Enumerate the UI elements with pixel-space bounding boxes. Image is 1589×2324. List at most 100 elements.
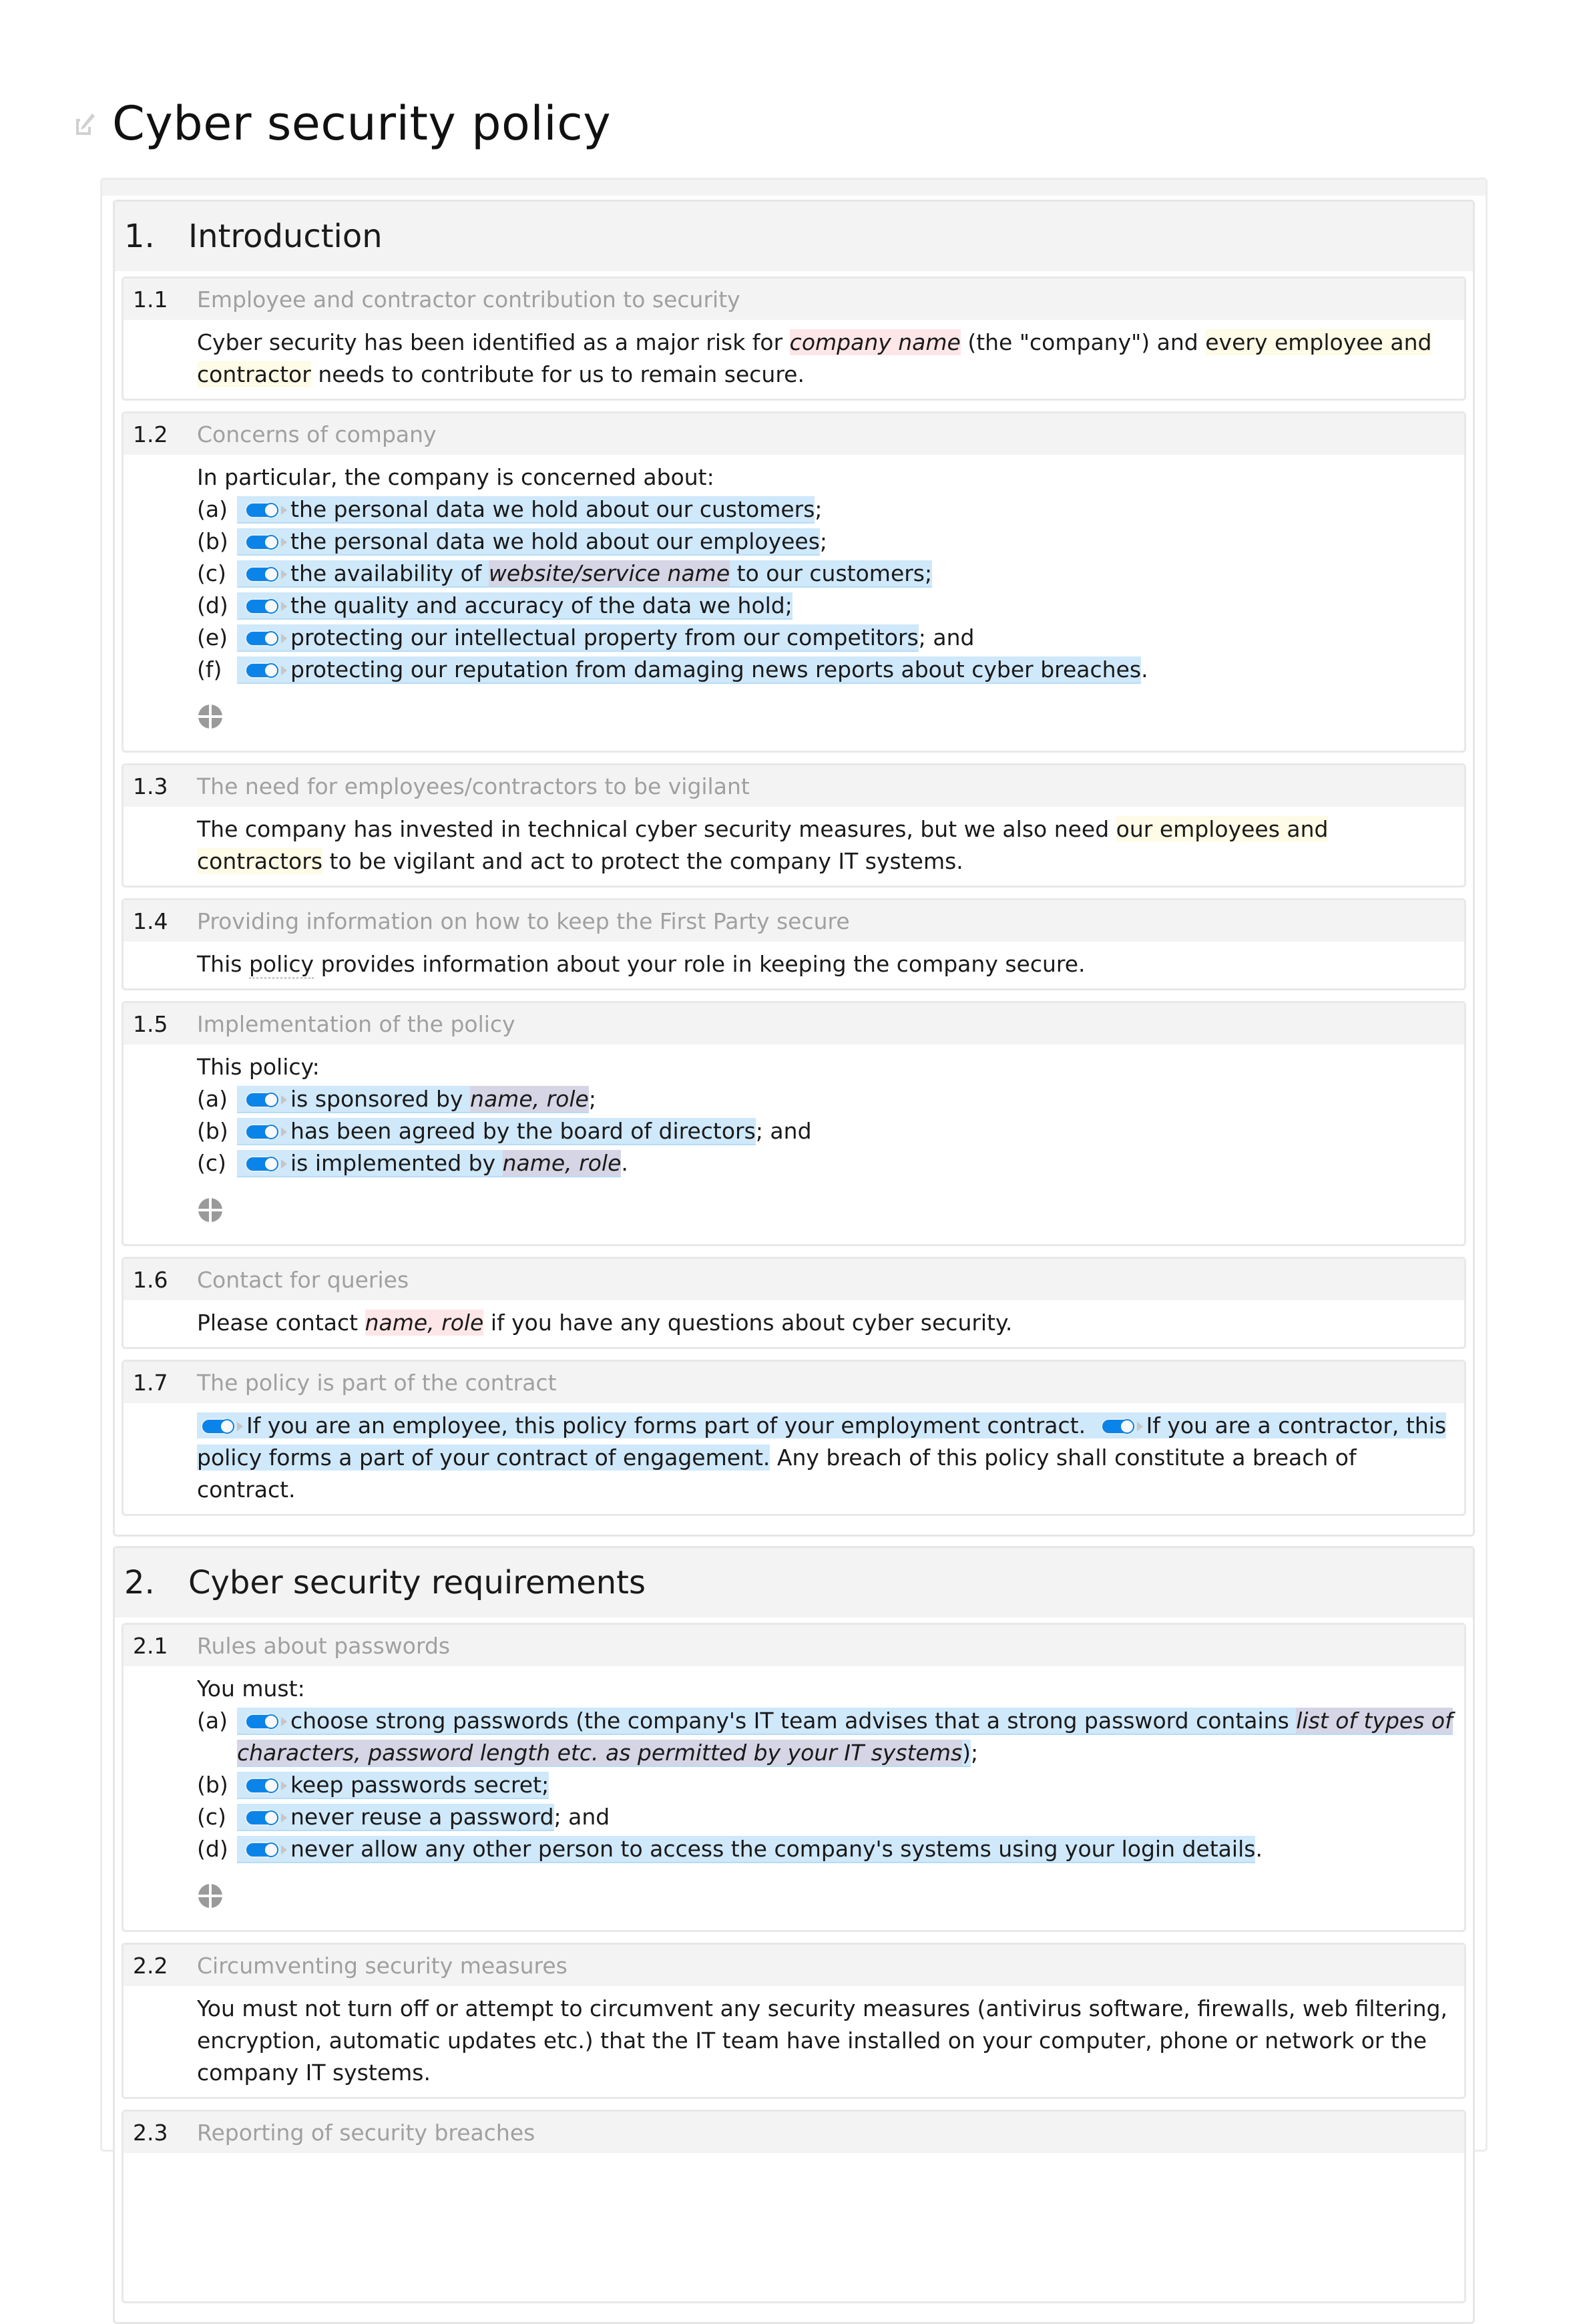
list-letter: (e) (197, 624, 228, 650)
toggle-icon[interactable] (245, 534, 288, 551)
optional-clause[interactable]: is sponsored by name, role (237, 1086, 589, 1113)
section-number: 1. (124, 218, 155, 255)
list-letter: (f) (197, 656, 222, 683)
list-item-suffix: ; (784, 592, 792, 618)
website-name-variable[interactable]: website/service name (488, 560, 730, 586)
sponsor-variable[interactable]: name, role (470, 1086, 589, 1112)
toggle-icon[interactable] (245, 630, 288, 647)
section-introduction: 1. Introduction 1.1 Employee and contrac… (113, 200, 1475, 1537)
optional-clause[interactable]: never reuse a password (237, 1804, 554, 1831)
list-item-text: the personal data we hold about our empl… (290, 528, 820, 554)
toggle-icon[interactable] (1100, 1418, 1144, 1435)
subsection-number: 2.1 (133, 1632, 168, 1659)
list-letter: (d) (197, 592, 228, 618)
list-item-suffix: ; (588, 1086, 596, 1112)
clause-text: You must not turn off or attempt to circ… (197, 1995, 1447, 2086)
optional-clause[interactable]: the personal data we hold about our cust… (237, 496, 815, 524)
contractor-option-text: If you are a contractor, (1146, 1412, 1399, 1438)
list-item-suffix: ; and (918, 624, 975, 650)
list-intro: You must: (197, 1676, 305, 1702)
subsection-header[interactable]: 1.1 Employee and contractor contribution… (124, 278, 1464, 320)
list-item-suffix: ; (541, 1772, 549, 1798)
optional-clause[interactable]: the quality and accuracy of the data we … (237, 592, 792, 620)
contact-placeholder[interactable]: name, role (365, 1310, 484, 1336)
clause-text-part: Cyber security has been identified as a … (197, 329, 790, 355)
list-item-text: the quality and accuracy of the data we … (290, 592, 785, 618)
list-item: (e) protecting our intellectual property… (197, 622, 1460, 654)
subsection-title: The need for employees/contractors to be… (197, 773, 750, 799)
optional-clause[interactable]: never allow any other person to access t… (237, 1836, 1256, 1863)
list-item: (d) never allow any other person to acce… (197, 1833, 1460, 1865)
optional-clause[interactable]: the availability of website/service name… (237, 560, 933, 588)
company-name-placeholder[interactable]: company name (789, 329, 961, 355)
edit-icon[interactable] (75, 112, 96, 139)
subsection-header[interactable]: 1.6 Contact for queries (124, 1259, 1464, 1300)
list-letter: (a) (197, 1708, 228, 1734)
section-cyber-security-requirements: 2. Cyber security requirements 2.1 Rules… (113, 1546, 1475, 2324)
list-item-text: never reuse a password (290, 1804, 554, 1830)
subsection-number: 1.7 (133, 1369, 168, 1396)
defined-term-policy[interactable]: policy (248, 951, 314, 979)
subsection-number: 2.3 (133, 2119, 168, 2146)
subsection-2-3: 2.3 Reporting of security breaches (122, 2110, 1466, 2303)
list-item-suffix: ; (819, 528, 828, 554)
optional-clause[interactable]: the personal data we hold about our empl… (237, 528, 820, 556)
add-circle-icon[interactable] (197, 1197, 224, 1223)
clause-text: The company has invested in technical cy… (124, 807, 1464, 886)
section-title: Cyber security requirements (188, 1564, 646, 1601)
subsection-1-3: 1.3 The need for employees/contractors t… (122, 763, 1466, 888)
subsection-header[interactable]: 1.7 The policy is part of the contract (124, 1362, 1464, 1403)
add-circle-icon[interactable] (197, 1883, 224, 1909)
list-letter: (b) (197, 528, 228, 554)
subsection-header[interactable]: 1.5 Implementation of the policy (124, 1003, 1464, 1044)
subsection-1-2: 1.2 Concerns of company In particular, t… (122, 411, 1466, 753)
section-header[interactable]: 1. Introduction (115, 202, 1473, 271)
clause-text-part: The company has invested in technical cy… (197, 816, 1116, 842)
clause-text: Cyber security has been identified as a … (124, 320, 1464, 399)
list-item-suffix: . (1141, 656, 1148, 683)
optional-clause-employee[interactable]: If you are an employee, this policy form… (197, 1412, 1093, 1438)
subsection-title: Circumventing security measures (197, 1952, 568, 1979)
optional-clause[interactable]: is implemented by name, role (237, 1150, 622, 1177)
implementer-variable[interactable]: name, role (502, 1150, 622, 1176)
toggle-icon[interactable] (245, 598, 288, 615)
toggle-icon[interactable] (245, 662, 288, 679)
list-item: (b) keep passwords secret; (197, 1769, 1460, 1801)
section-header[interactable]: 2. Cyber security requirements (115, 1548, 1473, 1617)
subsection-header[interactable]: 1.4 Providing information on how to keep… (124, 900, 1464, 942)
toggle-icon[interactable] (245, 1841, 288, 1859)
list-item-text: the personal data we hold about our cust… (290, 496, 815, 522)
toggle-icon[interactable] (245, 1123, 288, 1141)
toggle-icon[interactable] (245, 1091, 288, 1109)
list-intro: In particular, the company is concerned … (197, 464, 714, 490)
subsection-title: The policy is part of the contract (197, 1369, 557, 1396)
subsection-header[interactable]: 2.3 Reporting of security breaches (124, 2112, 1464, 2153)
add-circle-icon[interactable] (197, 703, 224, 730)
list-item: (a) is sponsored by name, role; (197, 1083, 1460, 1115)
optional-clause[interactable]: has been agreed by the board of director… (237, 1118, 756, 1145)
toggle-icon[interactable] (245, 1809, 288, 1826)
toggle-icon[interactable] (245, 1777, 288, 1794)
subsection-header[interactable]: 1.2 Concerns of company (124, 413, 1464, 455)
optional-clause[interactable]: protecting our intellectual property fro… (237, 624, 919, 652)
optional-clause[interactable]: choose strong passwords (the company's I… (237, 1708, 1453, 1767)
toggle-icon[interactable] (245, 566, 288, 583)
subsection-title: Reporting of security breaches (197, 2119, 535, 2146)
list-item: (a) choose strong passwords (the company… (197, 1705, 1460, 1769)
list-item: (c) never reuse a password; and (197, 1801, 1460, 1833)
toggle-icon[interactable] (201, 1418, 244, 1435)
subsection-header[interactable]: 2.2 Circumventing security measures (124, 1945, 1464, 1986)
subsection-header[interactable]: 2.1 Rules about passwords (124, 1625, 1464, 1666)
clause-text-part: provides information about your role in … (314, 951, 1086, 977)
clause-text-part: This (197, 951, 249, 977)
subsection-header[interactable]: 1.3 The need for employees/contractors t… (124, 765, 1464, 807)
toggle-icon[interactable] (245, 1713, 288, 1730)
list-item-text: is implemented by (290, 1150, 503, 1176)
toggle-icon[interactable] (245, 1155, 288, 1173)
toggle-icon[interactable] (245, 502, 288, 519)
optional-clause[interactable]: keep passwords secret; (237, 1772, 549, 1799)
list-letter: (c) (197, 1804, 226, 1830)
list-item: (c) the availability of website/service … (197, 558, 1460, 590)
subsection-number: 1.6 (133, 1266, 168, 1293)
optional-clause[interactable]: protecting our reputation from damaging … (237, 656, 1142, 684)
